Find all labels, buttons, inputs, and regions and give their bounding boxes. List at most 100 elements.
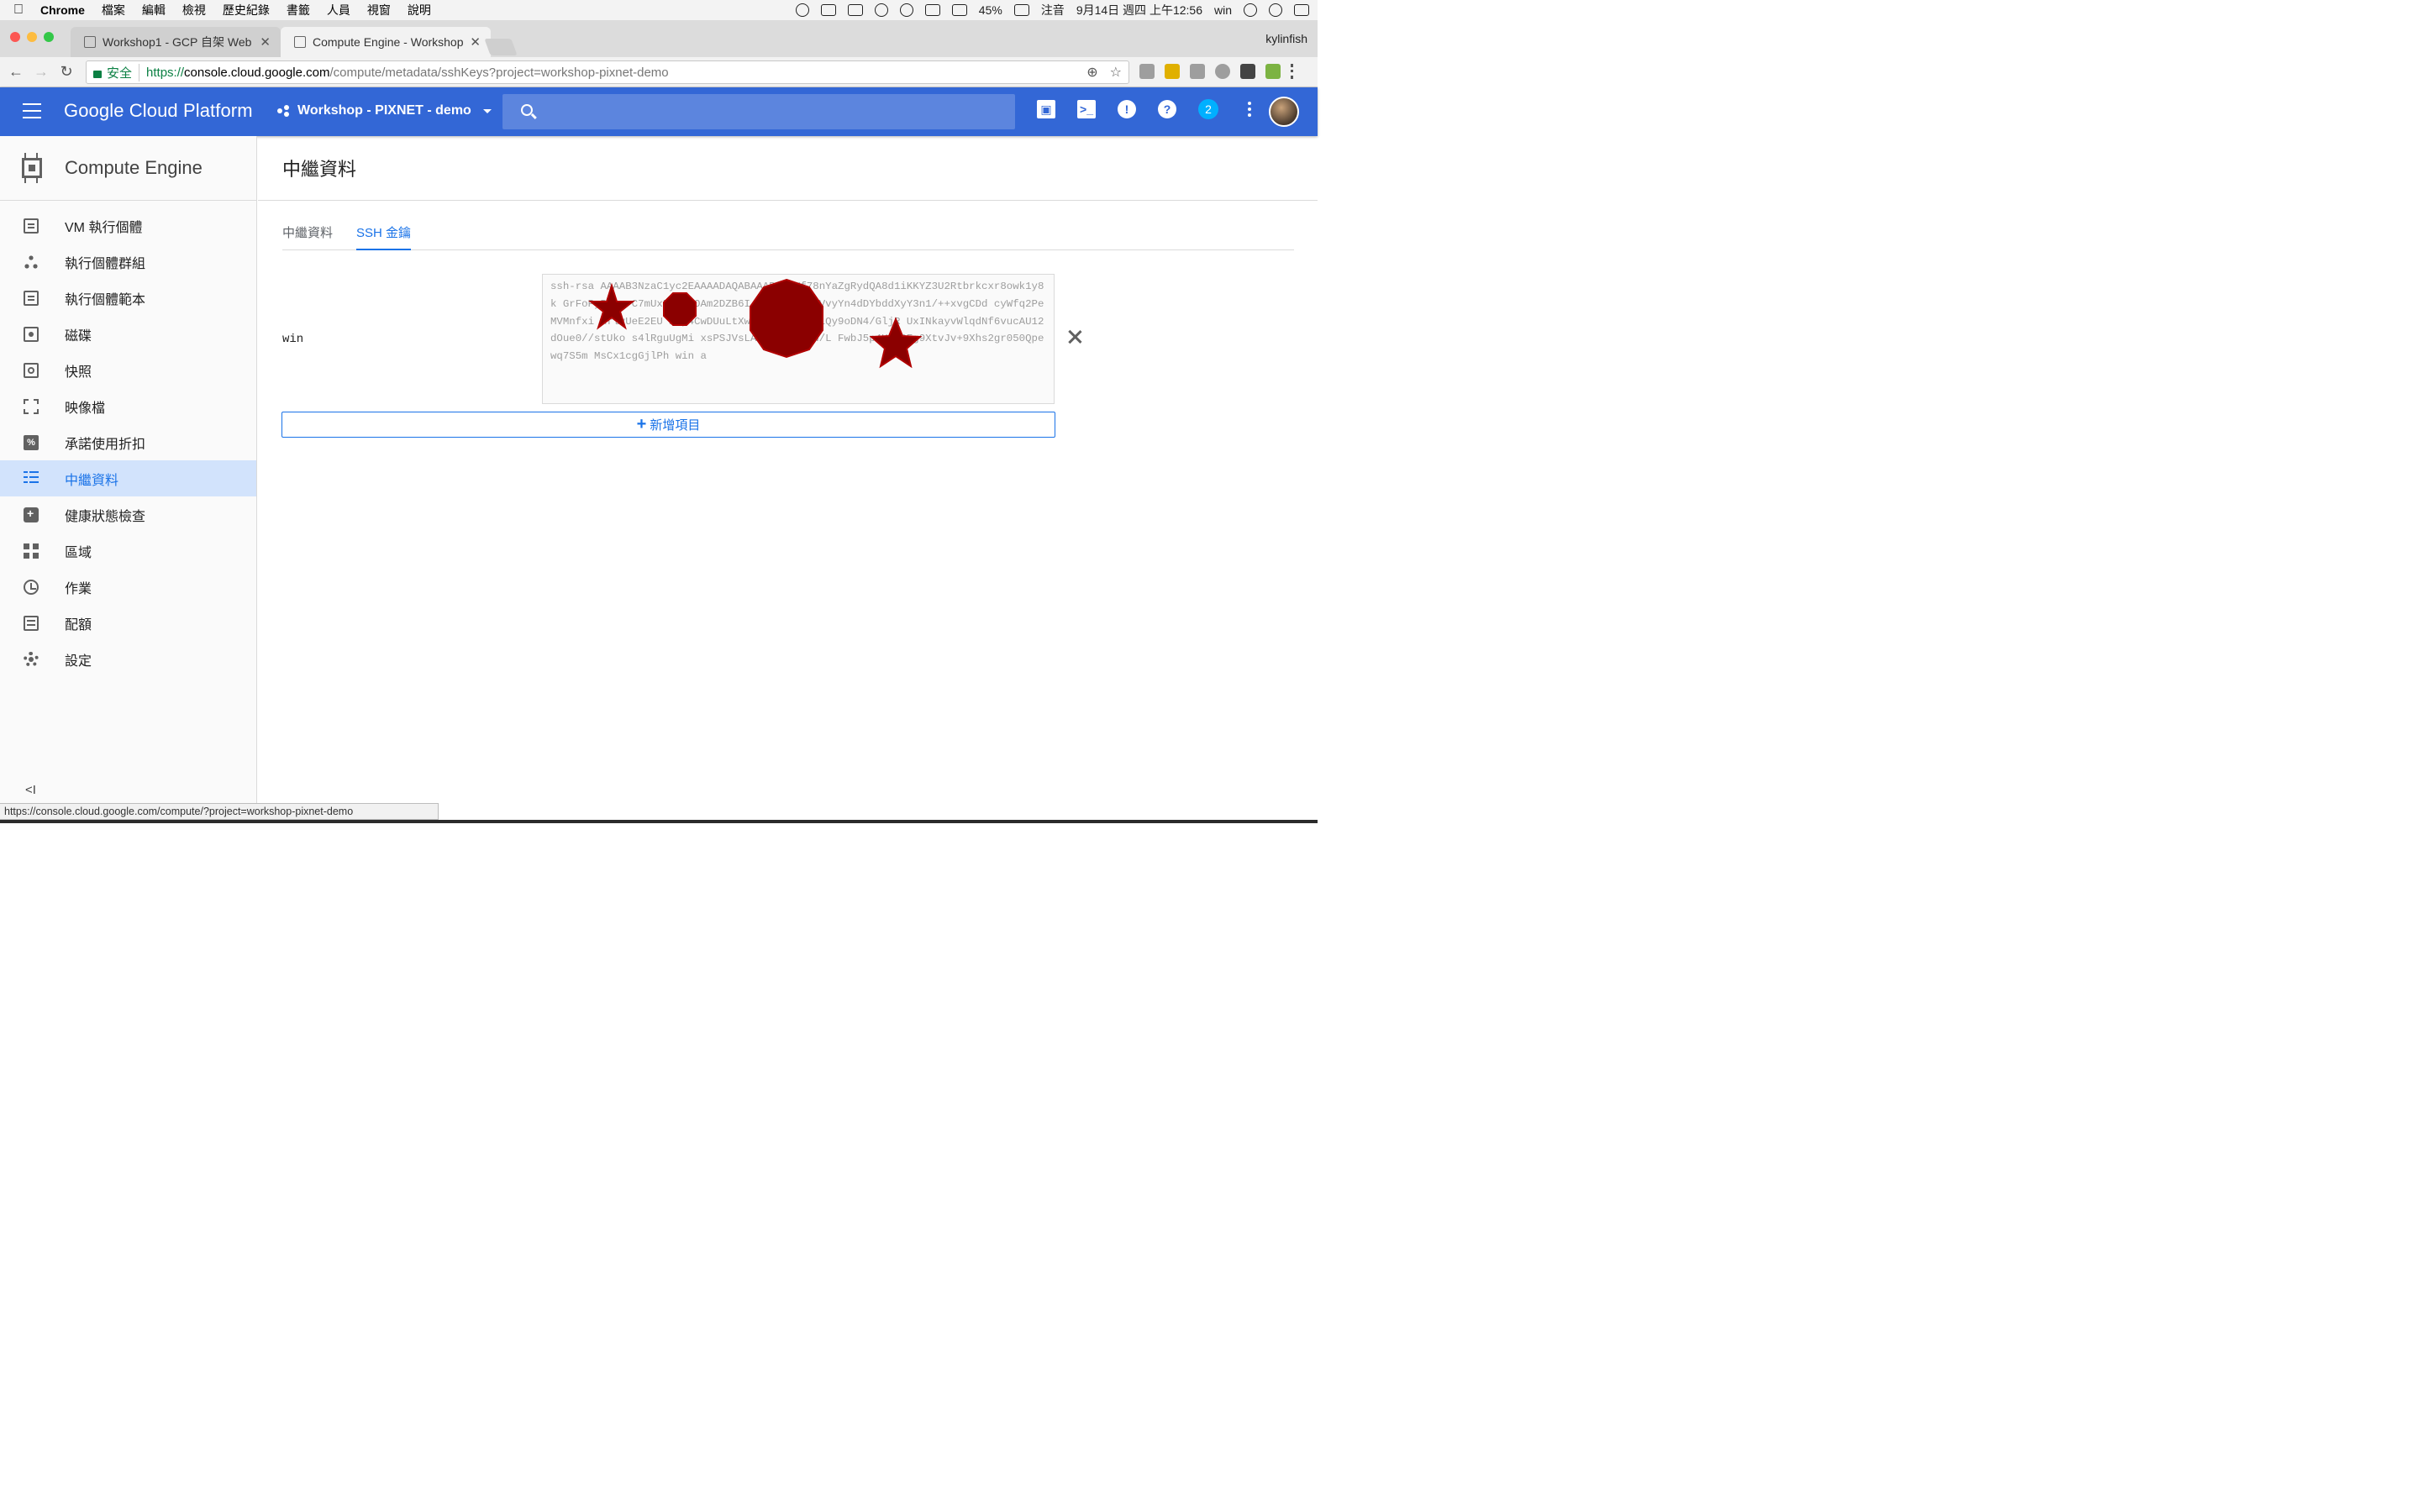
cloud-shell-icon[interactable]: >_ [1077,100,1096,118]
menu-edit[interactable]: 編輯 [134,2,174,18]
sidebar-item-operations[interactable]: 作業 [0,569,256,605]
extension-icons [1139,64,1296,79]
image-icon [24,398,39,414]
sidebar-item-committed-use[interactable]: % 承諾使用折扣 [0,424,256,460]
sidebar-item-label: 磁碟 [65,328,92,344]
siri-icon[interactable] [1269,3,1282,17]
spotlight-icon[interactable] [1244,3,1257,17]
extension-icon[interactable] [1190,64,1205,79]
sidebar-item-instance-templates[interactable]: 執行個體範本 [0,280,256,316]
sidebar-item-label: 設定 [65,654,92,669]
window-controls [10,32,54,42]
sidebar-item-snapshots[interactable]: 快照 [0,352,256,388]
battery-icon[interactable] [1013,4,1029,16]
reload-icon[interactable]: ↻ [54,63,79,81]
snapshot-icon [24,362,39,378]
search-input[interactable] [502,94,1015,129]
extension-icon[interactable] [1215,64,1230,79]
notifications-badge[interactable]: 2 [1198,99,1218,119]
help-icon[interactable]: ? [1158,100,1176,118]
menu-bookmarks[interactable]: 書籤 [278,2,318,18]
status-app-icon[interactable] [795,3,809,17]
wifi-icon[interactable] [924,4,940,16]
minimize-window-button[interactable] [27,32,37,42]
sidebar-item-disks[interactable]: 磁碟 [0,316,256,352]
avatar[interactable] [1269,97,1299,127]
tab-ssh-keys[interactable]: SSH 金鑰 [356,223,412,250]
gcp-logo[interactable]: Google Cloud Platform [64,100,253,122]
line-icon[interactable] [820,4,836,16]
close-icon[interactable] [1065,328,1084,346]
ssh-key-field[interactable]: ssh-rsa AAAAB3NzaC1yc2EAAAADAQABAAABAQ Y… [542,274,1055,404]
menu-window[interactable]: 視窗 [359,2,399,18]
bookmark-star-icon[interactable]: ☆ [1110,64,1122,81]
zoom-icon[interactable]: ⊕ [1086,64,1097,81]
menu-people[interactable]: 人員 [318,2,359,18]
tab-title: Compute Engine - Workshop - [313,35,466,49]
current-user[interactable]: win [1214,3,1232,17]
extension-icon[interactable] [1139,64,1155,79]
sidebar-item-label: 執行個體範本 [65,292,146,307]
url-host: console.cloud.google.com [184,65,330,80]
sidebar-item-health-checks[interactable]: 健康狀態檢查 [0,496,256,533]
close-window-button[interactable] [10,32,20,42]
location-icon[interactable] [899,3,913,17]
security-indicator[interactable]: 安全 [93,63,140,81]
extension-icon[interactable] [1165,64,1180,79]
disk-icon [24,326,39,342]
gift-icon[interactable]: ▣ [1037,100,1055,118]
back-icon[interactable]: ← [3,63,29,81]
url-text[interactable]: https://console.cloud.google.com/compute… [146,66,669,80]
input-method[interactable]: 注音 [1041,2,1065,18]
settings-icon [24,651,39,667]
sidebar-item-images[interactable]: 映像檔 [0,388,256,424]
volume-icon[interactable] [951,4,967,16]
clock[interactable]: 9月14日 週四 上午12:56 [1076,2,1202,18]
address-bar[interactable]: 安全 https://console.cloud.google.com/comp… [86,60,1129,84]
mac-menubar:  Chrome 檔案 編輯 檢視 歷史紀錄 書籤 人員 視窗 說明 45% 注… [0,0,1318,20]
close-tab-icon[interactable]: ✕ [470,34,481,50]
docker-icon[interactable] [847,4,863,16]
menu-icon[interactable] [23,103,41,118]
forward-icon[interactable]: → [29,63,54,81]
sidebar-item-label: 健康狀態檢查 [65,509,146,524]
collapse-sidebar-icon[interactable]: <I [25,783,36,797]
browser-tab-active[interactable]: Compute Engine - Workshop - ✕ [281,27,491,57]
more-vert-icon[interactable] [1240,102,1259,117]
header-actions: ▣ >_ ! ? 2 [1037,99,1259,119]
notification-center-icon[interactable] [1294,4,1309,16]
compute-engine-icon [17,153,47,183]
profile-name[interactable]: kylinfish [1265,32,1307,45]
sidebar-item-label: 承諾使用折扣 [65,437,146,452]
menu-view[interactable]: 檢視 [174,2,214,18]
url-scheme: https:// [146,65,185,80]
sidebar-item-metadata[interactable]: 中繼資料 [0,460,256,496]
add-item-button[interactable]: + 新增項目 [281,412,1055,438]
sidebar-item-quotas[interactable]: 配額 [0,605,256,641]
ssh-key-username: win [282,333,304,346]
menu-file[interactable]: 檔案 [93,2,134,18]
browser-tab[interactable]: Workshop1 - GCP 自架 Web se ✕ [71,27,281,57]
zoom-window-button[interactable] [44,32,54,42]
compute-engine-favicon-icon [294,36,306,48]
extension-icon[interactable] [1265,64,1281,79]
extension-icon[interactable] [1240,64,1255,79]
sidebar-item-zones[interactable]: 區域 [0,533,256,569]
close-tab-icon[interactable]: ✕ [260,34,271,50]
apple-icon[interactable]:  [0,3,37,18]
sidebar-item-label: 作業 [65,581,92,596]
metadata-icon [24,470,39,486]
tab-metadata[interactable]: 中繼資料 [282,223,333,250]
new-tab-button[interactable] [484,39,518,55]
cloud-icon[interactable] [874,3,888,17]
project-selector[interactable]: Workshop - PIXNET - demo [277,103,492,118]
sidebar-item-settings[interactable]: 設定 [0,641,256,677]
sidebar-item-vm-instances[interactable]: VM 執行個體 [0,207,256,244]
menu-history[interactable]: 歷史紀錄 [214,2,278,18]
feedback-icon[interactable]: ! [1118,100,1136,118]
sidebar-nav: VM 執行個體 執行個體群組 執行個體範本 磁碟 快照 映像檔 % 承諾使用折扣 … [0,201,256,677]
menu-help[interactable]: 說明 [399,2,439,18]
chrome-menu-icon[interactable] [1291,64,1296,79]
sidebar-item-instance-groups[interactable]: 執行個體群組 [0,244,256,280]
menu-app-name[interactable]: Chrome [37,3,93,17]
